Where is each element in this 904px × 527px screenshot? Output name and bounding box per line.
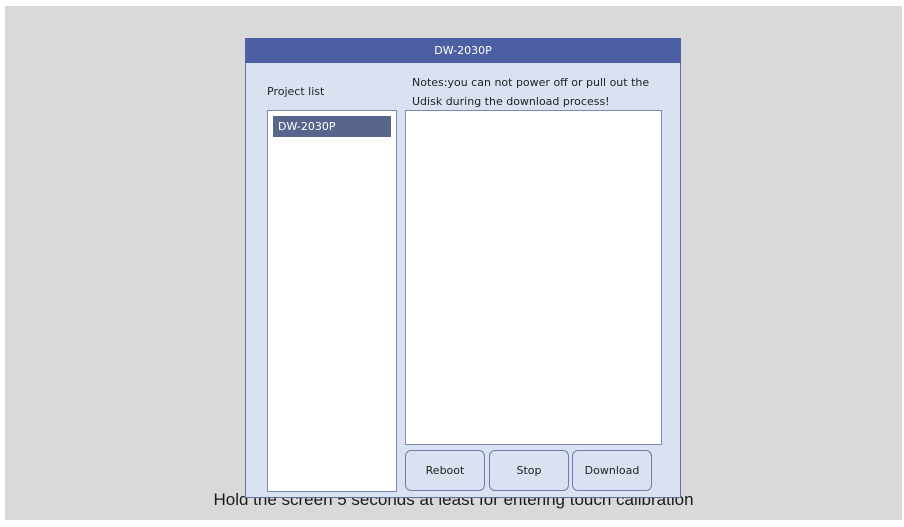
project-list[interactable]: DW-2030P xyxy=(267,110,397,492)
device-screen[interactable]: Hold the screen 5 seconds at least for e… xyxy=(5,6,902,520)
notes-text: Notes:you can not power off or pull out … xyxy=(412,73,674,111)
notes-line-2: Udisk during the download process! xyxy=(412,95,610,108)
download-button[interactable]: Download xyxy=(572,450,652,491)
project-list-item[interactable]: DW-2030P xyxy=(273,116,391,137)
stop-button[interactable]: Stop xyxy=(489,450,569,491)
project-list-label: Project list xyxy=(267,85,325,98)
notes-line-1: Notes:you can not power off or pull out … xyxy=(412,76,650,89)
download-dialog: DW-2030P Project list Notes:you can not … xyxy=(245,38,681,498)
window-title: DW-2030P xyxy=(245,38,681,63)
download-log-area xyxy=(405,110,662,445)
reboot-button[interactable]: Reboot xyxy=(405,450,485,491)
